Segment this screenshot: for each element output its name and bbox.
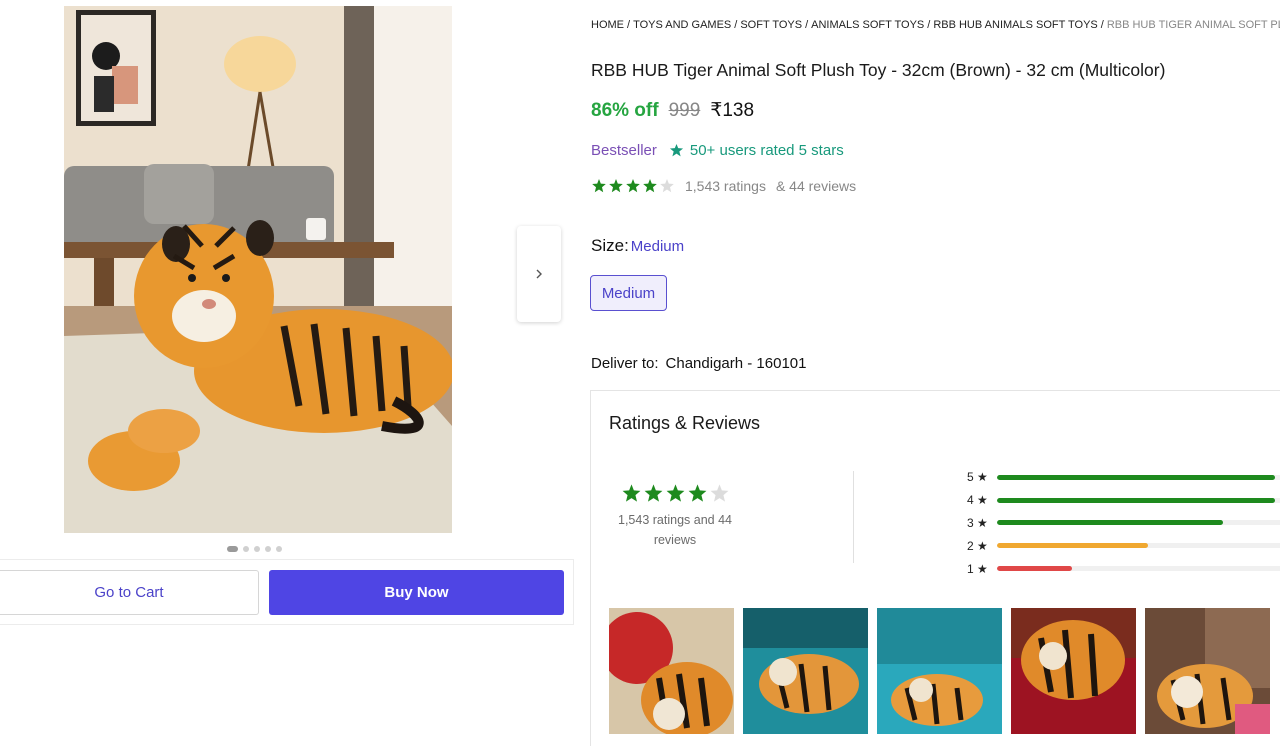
rated-badge: 50+ users rated 5 stars — [669, 142, 844, 159]
star-filled-icon — [626, 179, 640, 193]
star-empty-icon — [710, 484, 728, 502]
rating-row[interactable]: 1,543 ratings & 44 reviews — [591, 178, 856, 194]
rating-distribution: 5 ★ 4 ★ 3 ★ 2 ★ 1 ★ — [967, 466, 1280, 580]
deliver-address: Chandigarh - 160101 — [665, 355, 807, 372]
star-filled-icon — [609, 179, 623, 193]
selected-size: Medium — [630, 238, 685, 255]
gallery-dot[interactable] — [227, 546, 238, 552]
rating-bar-row: 3 ★ — [967, 512, 1280, 535]
rating-bar-label: 1 ★ — [967, 561, 988, 576]
price-row: 86% off 999 ₹138 — [591, 99, 754, 122]
breadcrumb-separator: / — [734, 19, 738, 31]
breadcrumb-current: RBB HUB TIGER ANIMAL SOFT PL — [1106, 19, 1280, 31]
gallery-dot[interactable] — [243, 546, 249, 552]
rating-stars — [591, 178, 675, 194]
review-image-thumbnail[interactable] — [877, 608, 1002, 734]
rating-bar-label: 2 ★ — [967, 538, 988, 553]
rating-bar-fill — [997, 474, 1276, 480]
breadcrumb-link[interactable]: RBB HUB ANIMALS SOFT TOYS — [933, 19, 1097, 31]
breadcrumb-link[interactable]: HOME — [591, 19, 624, 31]
bestseller-badge: Bestseller — [591, 142, 657, 159]
summary-text: 1,543 ratings and 44 reviews — [618, 513, 732, 547]
rating-bar-fill — [997, 497, 1276, 503]
star-empty-icon — [660, 179, 674, 193]
rating-bar-fill — [997, 566, 1073, 572]
star-filled-icon — [666, 484, 684, 502]
rating-bar-fill — [997, 543, 1148, 549]
star-filled-icon — [688, 484, 706, 502]
rating-bar-track — [997, 474, 1280, 480]
gallery-dots — [227, 546, 282, 552]
rating-bar-track — [997, 543, 1280, 549]
rating-bar-label: 5 ★ — [967, 470, 988, 485]
size-label-text: Size: — [591, 236, 629, 255]
gallery-dot[interactable] — [265, 546, 271, 552]
rating-bar-row: 1 ★ — [967, 557, 1280, 580]
breadcrumb-separator: / — [627, 19, 631, 31]
ratings-count: 1,543 ratings — [685, 178, 766, 194]
star-badge-icon — [669, 143, 683, 157]
review-image-thumbnail[interactable] — [1145, 608, 1270, 734]
rating-bar-row: 4 ★ — [967, 489, 1280, 512]
review-image-thumbnail[interactable] — [609, 608, 734, 734]
star-filled-icon — [622, 484, 640, 502]
rating-bar-track — [997, 497, 1280, 503]
review-image-thumbnail[interactable] — [1011, 608, 1136, 734]
chevron-right-icon — [536, 269, 542, 279]
rated-badge-text: 50+ users rated 5 stars — [689, 142, 844, 159]
breadcrumb-separator: / — [1100, 19, 1104, 31]
rating-bar-row: 2 ★ — [967, 534, 1280, 557]
discount-percent: 86% off — [591, 100, 659, 121]
star-filled-icon — [643, 179, 657, 193]
review-image-strip — [609, 608, 1270, 734]
rating-bar-label: 4 ★ — [967, 493, 988, 508]
ratings-reviews-card: Ratings & Reviews 1,543 ratings and 44 r… — [590, 390, 1280, 746]
rating-summary: 1,543 ratings and 44 reviews — [609, 483, 741, 550]
action-bar: Go to Cart Buy Now — [0, 559, 574, 625]
review-image-thumbnail[interactable] — [743, 608, 868, 734]
rating-bar-track — [997, 566, 1280, 572]
rating-bar-label: 3 ★ — [967, 515, 988, 530]
delivery-location[interactable]: Deliver to: Chandigarh - 160101 — [591, 355, 806, 372]
star-filled-icon — [644, 484, 662, 502]
ratings-reviews-title: Ratings & Reviews — [609, 413, 761, 433]
breadcrumb-link[interactable]: SOFT TOYS — [740, 19, 802, 31]
rating-bar-fill — [997, 520, 1224, 526]
reviews-count: & 44 reviews — [775, 178, 857, 194]
summary-stars — [609, 483, 741, 504]
product-image[interactable] — [64, 6, 452, 533]
badges-row: Bestseller 50+ users rated 5 stars — [591, 142, 844, 159]
rating-bar-row: 5 ★ — [967, 466, 1280, 489]
gallery-dot[interactable] — [276, 546, 282, 552]
star-filled-icon — [592, 179, 606, 193]
breadcrumb-link[interactable]: ANIMALS SOFT TOYS — [811, 19, 924, 31]
breadcrumb-separator: / — [927, 19, 931, 31]
buy-now-button[interactable]: Buy Now — [269, 570, 564, 615]
next-image-button[interactable] — [517, 226, 561, 322]
breadcrumb: HOME / TOYS AND GAMES / SOFT TOYS / ANIMALS SO… — [591, 19, 1280, 31]
divider — [853, 471, 854, 563]
size-selector-label: Size: Medium — [591, 236, 684, 256]
selling-price: ₹138 — [710, 100, 755, 121]
rating-bar-track — [997, 520, 1280, 526]
product-title: RBB HUB Tiger Animal Soft Plush Toy - 32… — [591, 60, 1166, 80]
size-option-medium[interactable]: Medium — [590, 275, 667, 311]
original-price: 999 — [668, 100, 701, 121]
go-to-cart-button[interactable]: Go to Cart — [0, 570, 259, 615]
breadcrumb-link[interactable]: TOYS AND GAMES — [633, 19, 731, 31]
deliver-label: Deliver to: — [591, 355, 659, 372]
breadcrumb-separator: / — [805, 19, 809, 31]
gallery-dot[interactable] — [254, 546, 260, 552]
